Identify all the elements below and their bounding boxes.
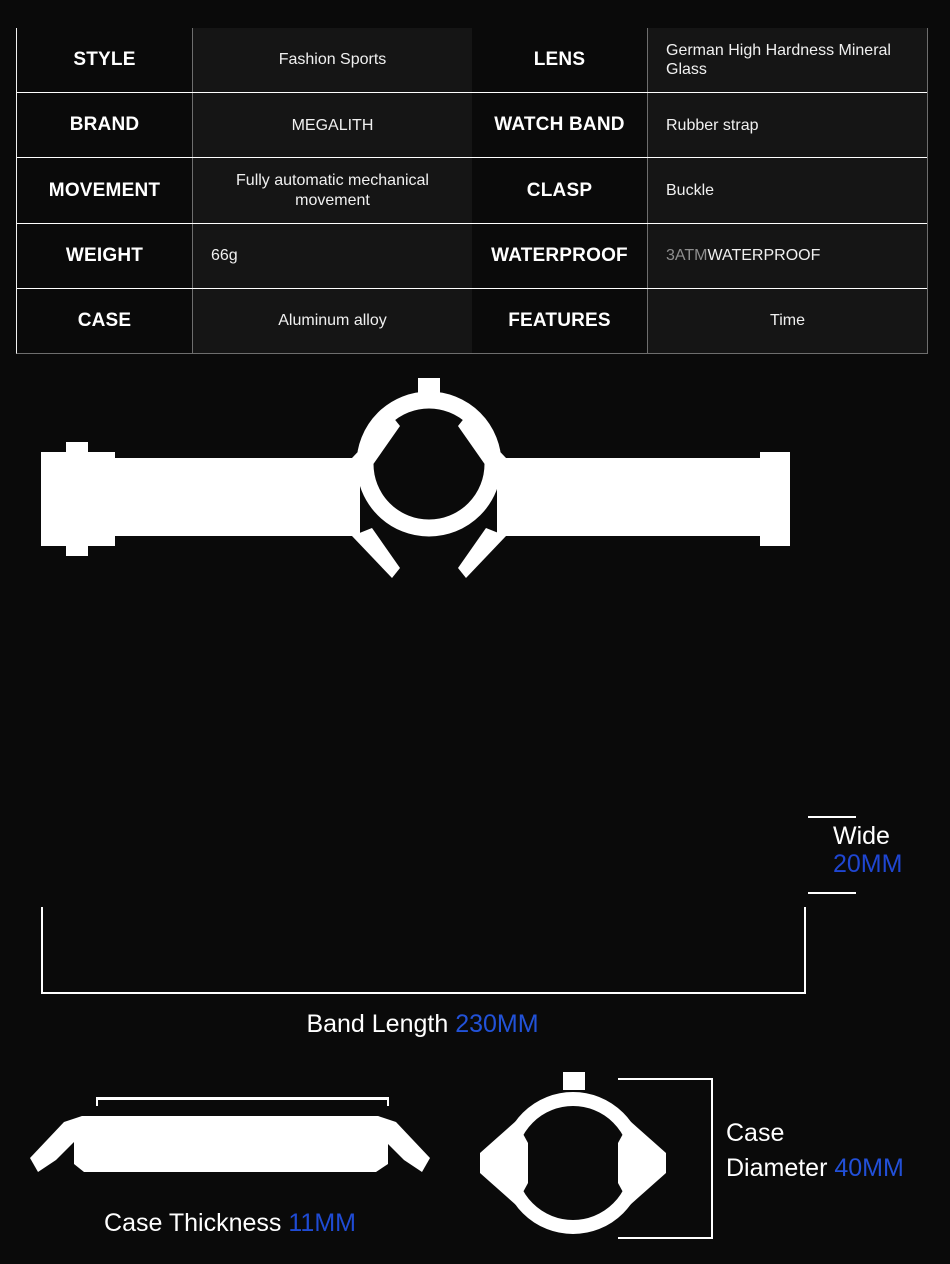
case-diameter-label: Case Diameter 40MM: [726, 1116, 941, 1185]
wide-bracket-top-line: [808, 816, 856, 818]
spec-pair-case: CASE Aluminum alloy: [17, 288, 472, 354]
case-diameter-caption-line2: Diameter 40MM: [726, 1151, 941, 1186]
case-diameter-value: 40MM: [834, 1153, 904, 1182]
spec-label-watch-band: WATCH BAND: [472, 93, 647, 158]
case-diameter-dimension-line: [711, 1078, 713, 1239]
specification-table: STYLE Fashion Sports LENS German High Ha…: [16, 28, 928, 354]
case-thickness-caption: Case Thickness: [104, 1209, 282, 1237]
band-width-caption: Wide: [833, 822, 890, 850]
case-diameter-bottom-tick: [618, 1237, 713, 1239]
case-thickness-measure-line: [96, 1097, 389, 1100]
spec-value-movement: Fully automatic mechanical movement: [192, 158, 472, 223]
case-diameter-top-tick: [618, 1078, 713, 1080]
spec-pair-features: FEATURES Time: [472, 288, 927, 354]
band-width-value: 20MM: [833, 850, 903, 878]
table-row: CASE Aluminum alloy FEATURES Time: [17, 288, 927, 354]
case-thickness-right-cap: [387, 1097, 389, 1106]
spec-value-case: Aluminum alloy: [192, 288, 472, 354]
case-thickness-left-cap: [96, 1097, 98, 1106]
spec-pair-weight: WEIGHT 66g: [17, 223, 472, 288]
watch-band-illustration: [41, 378, 790, 578]
spec-label-weight: WEIGHT: [17, 223, 192, 288]
case-diameter-caption-word: Diameter: [726, 1153, 828, 1182]
spec-value-style: Fashion Sports: [192, 28, 472, 93]
spec-value-brand: MEGALITH: [192, 93, 472, 158]
spec-label-waterproof: WATERPROOF: [472, 223, 647, 288]
spec-pair-watch-band: WATCH BAND Rubber strap: [472, 93, 927, 158]
spec-value-waterproof: 3ATM WATERPROOF: [647, 223, 927, 288]
table-row: MOVEMENT Fully automatic mechanical move…: [17, 158, 927, 224]
table-row: STYLE Fashion Sports LENS German High Ha…: [17, 28, 927, 94]
case-thickness-diagram: [20, 1094, 440, 1194]
spec-pair-lens: LENS German High Hardness Mineral Glass: [472, 28, 927, 93]
spec-value-lens: German High Hardness Mineral Glass: [647, 28, 927, 93]
spec-label-brand: BRAND: [17, 93, 192, 158]
wide-bracket-bottom-line: [808, 892, 856, 894]
spec-value-watch-band: Rubber strap: [647, 93, 927, 158]
spec-label-lens: LENS: [472, 28, 647, 93]
spec-label-clasp: CLASP: [472, 158, 647, 223]
case-thickness-label: Case Thickness 11MM: [20, 1209, 440, 1238]
band-width-label: Wide 20MM: [833, 822, 948, 878]
product-dimension-diagrams: Wide 20MM Band Length 230MM Case Thickne…: [0, 354, 950, 1239]
band-length-left-tick: [41, 907, 43, 994]
spec-label-movement: MOVEMENT: [17, 158, 192, 223]
case-diameter-diagram: [470, 1059, 700, 1259]
band-length-dimension-line: [41, 992, 806, 994]
spec-pair-movement: MOVEMENT Fully automatic mechanical move…: [17, 158, 472, 223]
spec-label-style: STYLE: [17, 28, 192, 93]
spec-label-case: CASE: [17, 288, 192, 354]
band-length-label: Band Length 230MM: [0, 1010, 845, 1039]
spec-pair-style: STYLE Fashion Sports: [17, 28, 472, 93]
case-top-view-illustration: [480, 1072, 666, 1234]
spec-pair-waterproof: WATERPROOF 3ATM WATERPROOF: [472, 223, 927, 288]
watch-band-diagram: [0, 354, 950, 684]
waterproof-rating: 3ATM: [666, 246, 708, 264]
case-thickness-value: 11MM: [288, 1209, 356, 1237]
spec-pair-clasp: CLASP Buckle: [472, 158, 927, 223]
spec-label-features: FEATURES: [472, 288, 647, 354]
spec-value-features: Time: [647, 288, 927, 354]
waterproof-text: WATERPROOF: [707, 246, 821, 264]
band-length-value: 230MM: [455, 1010, 539, 1038]
band-length-caption: Band Length: [306, 1010, 449, 1038]
table-row: BRAND MEGALITH WATCH BAND Rubber strap: [17, 93, 927, 159]
band-length-right-tick: [804, 907, 806, 994]
table-row: WEIGHT 66g WATERPROOF 3ATM WATERPROOF: [17, 223, 927, 289]
spec-value-clasp: Buckle: [647, 158, 927, 223]
case-side-profile-illustration: [30, 1116, 430, 1172]
spec-value-weight: 66g: [192, 223, 472, 288]
case-diameter-caption-line1: Case: [726, 1119, 785, 1147]
spec-pair-brand: BRAND MEGALITH: [17, 93, 472, 158]
